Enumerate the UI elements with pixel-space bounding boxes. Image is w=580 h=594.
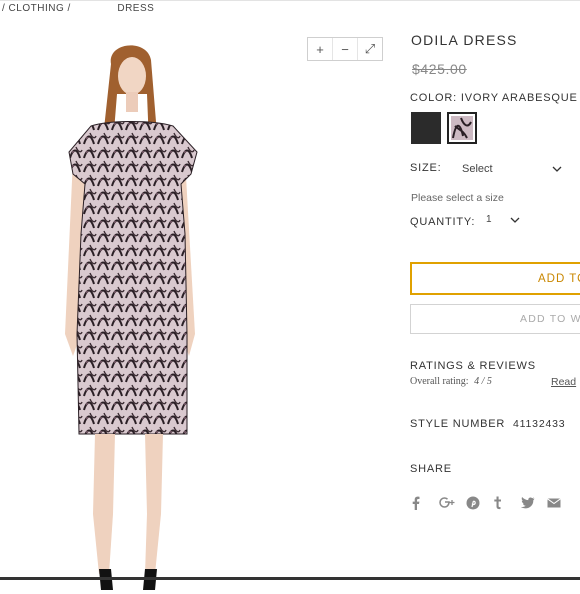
add-to-wishlist-label: ADD TO W [520, 313, 580, 325]
color-row: COLOR: IVORY ARABESQUE C [410, 92, 580, 104]
zoom-toolbar: + − ⤢ [307, 37, 383, 61]
breadcrumb: / CLOTHING / DRESS [2, 3, 154, 14]
zoom-out-button[interactable]: − [333, 38, 358, 60]
share-label: SHARE [410, 463, 452, 475]
reviews-title: RATINGS & REVIEWS [410, 360, 536, 372]
breadcrumb-clothing[interactable]: / CLOTHING / [2, 3, 71, 14]
size-select[interactable]: Select [462, 158, 562, 180]
zoom-in-button[interactable]: + [308, 38, 333, 60]
color-value: IVORY ARABESQUE C [460, 92, 580, 104]
email-icon[interactable] [547, 494, 574, 512]
product-image-area: + − ⤢ [0, 14, 400, 590]
style-number-row: STYLE NUMBER 41132433 [410, 418, 565, 430]
product-photo[interactable] [55, 34, 205, 594]
overall-rating-label: Overall rating: [410, 376, 469, 387]
breadcrumb-dress[interactable]: DRESS [117, 3, 154, 14]
share-icons [412, 494, 574, 512]
google-plus-icon[interactable] [439, 494, 466, 512]
tumblr-icon[interactable] [493, 494, 520, 512]
pinterest-icon[interactable] [466, 494, 493, 512]
product-price: $425.00 [412, 61, 467, 77]
style-number-value: 41132433 [513, 418, 566, 430]
quantity-label: QUANTITY: [410, 216, 476, 228]
chevron-down-icon [552, 166, 562, 172]
add-to-bag-label: ADD TO [538, 272, 580, 285]
overall-rating-value: 4 / 5 [474, 376, 492, 387]
chevron-down-icon [510, 217, 520, 223]
add-to-bag-button[interactable]: ADD TO [410, 262, 580, 295]
read-reviews-link[interactable]: Read [551, 376, 576, 388]
overall-rating: Overall rating: 4 / 5 [410, 376, 492, 387]
swatch-ivory-arabesque[interactable] [447, 112, 477, 144]
add-to-wishlist-button[interactable]: ADD TO W [410, 304, 580, 334]
swatch-pattern-icon [451, 116, 473, 140]
size-select-value: Select [462, 163, 493, 175]
quantity-value: 1 [486, 214, 492, 225]
facebook-icon[interactable] [412, 494, 439, 512]
color-label: COLOR: [410, 92, 457, 104]
product-details-panel: ODILA DRESS $425.00 COLOR: IVORY ARABESQ… [410, 0, 580, 580]
twitter-icon[interactable] [520, 494, 547, 512]
fullscreen-button[interactable]: ⤢ [358, 38, 382, 60]
size-label: SIZE: [410, 162, 442, 174]
style-number-label: STYLE NUMBER [410, 418, 506, 430]
size-hint: Please select a size [411, 192, 504, 204]
product-title: ODILA DRESS [411, 32, 518, 48]
swatch-black[interactable] [411, 112, 441, 144]
quantity-select[interactable]: 1 [486, 214, 520, 225]
